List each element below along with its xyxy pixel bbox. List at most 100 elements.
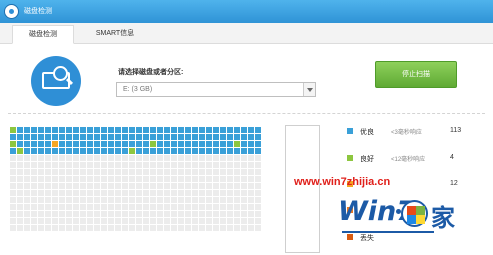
disk-block [157, 183, 163, 189]
disk-block [136, 141, 142, 147]
disk-block [24, 169, 30, 175]
disk-block [10, 148, 16, 154]
disk-block [38, 204, 44, 210]
disk-block [45, 148, 51, 154]
disk-block [234, 218, 240, 224]
disk-block [31, 127, 37, 133]
disk-block [101, 225, 107, 231]
disk-block [45, 211, 51, 217]
disk-block [206, 134, 212, 140]
stop-scan-button[interactable]: 停止扫描 [375, 61, 457, 88]
disk-block [52, 155, 58, 161]
disk-block [101, 211, 107, 217]
disk-block [220, 204, 226, 210]
tab-disk-check[interactable]: 磁盘检测 [12, 25, 74, 44]
disk-block [80, 190, 86, 196]
disk-block [17, 225, 23, 231]
disk-block [255, 148, 261, 154]
disk-block [255, 134, 261, 140]
disk-block [45, 127, 51, 133]
disk-block [115, 127, 121, 133]
disk-block [17, 176, 23, 182]
disk-block [171, 190, 177, 196]
disk-block [206, 225, 212, 231]
disk-block [94, 176, 100, 182]
disk-block [199, 190, 205, 196]
disk-block [185, 127, 191, 133]
disk-block [150, 190, 156, 196]
disk-block [150, 176, 156, 182]
disk-block [241, 148, 247, 154]
disk-block [136, 169, 142, 175]
drive-select[interactable]: E: (3 GB) [116, 82, 316, 97]
disk-block [73, 211, 79, 217]
disk-block [101, 218, 107, 224]
divider [8, 113, 485, 114]
disk-block [87, 190, 93, 196]
disk-block [122, 190, 128, 196]
disk-block [80, 183, 86, 189]
disk-block [52, 127, 58, 133]
disk-block [17, 148, 23, 154]
disk-block [220, 190, 226, 196]
tab-smart-info[interactable]: SMART信息 [80, 25, 150, 44]
windows-flag-icon [401, 200, 428, 227]
disk-block [213, 127, 219, 133]
disk-block [115, 176, 121, 182]
disk-block [101, 148, 107, 154]
disk-block [255, 169, 261, 175]
disk-block [171, 127, 177, 133]
disk-block [171, 155, 177, 161]
disk-block [206, 211, 212, 217]
disk-block [213, 218, 219, 224]
disk-block [87, 148, 93, 154]
disk-block [171, 225, 177, 231]
disk-block [171, 134, 177, 140]
disk-block [143, 183, 149, 189]
disk-block [38, 162, 44, 168]
disk-block [94, 204, 100, 210]
disk-block [164, 183, 170, 189]
disk-block [248, 127, 254, 133]
disk-block [73, 162, 79, 168]
disk-block [220, 127, 226, 133]
disk-block [38, 141, 44, 147]
disk-block [178, 176, 184, 182]
disk-block [136, 204, 142, 210]
disk-block [136, 211, 142, 217]
disk-block [101, 162, 107, 168]
disk-block [213, 225, 219, 231]
disk-block [164, 134, 170, 140]
disk-block [199, 148, 205, 154]
disk-block [136, 162, 142, 168]
disk-block [31, 169, 37, 175]
disk-block [206, 169, 212, 175]
disk-block [66, 190, 72, 196]
disk-block [234, 127, 240, 133]
disk-block [10, 211, 16, 217]
disk-block [59, 141, 65, 147]
disk-block [87, 162, 93, 168]
disk-block [241, 169, 247, 175]
disk-block [31, 183, 37, 189]
disk-block [178, 141, 184, 147]
disk-block [157, 211, 163, 217]
disk-block [241, 211, 247, 217]
disk-block [80, 176, 86, 182]
disk-block [164, 204, 170, 210]
disk-block [73, 155, 79, 161]
disk-block [220, 218, 226, 224]
disk-block [234, 141, 240, 147]
chevron-down-icon[interactable] [303, 83, 315, 96]
disk-block [185, 183, 191, 189]
disk-block [227, 162, 233, 168]
disk-block [192, 190, 198, 196]
disk-block [192, 218, 198, 224]
disk-block [52, 190, 58, 196]
watermark-logo-suffix: 家 [431, 204, 455, 232]
disk-block [150, 204, 156, 210]
watermark-url: www.win7zhijia.cn [294, 176, 391, 188]
disk-block [185, 176, 191, 182]
disk-block [248, 225, 254, 231]
disk-block [52, 218, 58, 224]
